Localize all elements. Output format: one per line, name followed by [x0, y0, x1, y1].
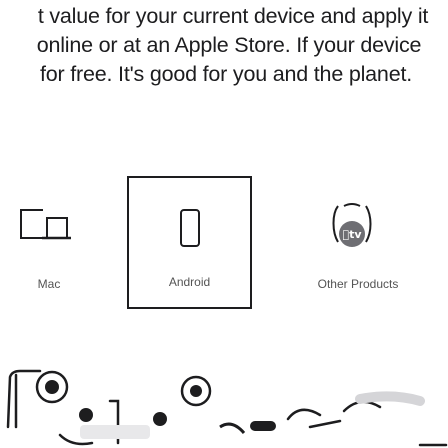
intro-line-2: online or at an Apple Store. If your dev… [36, 33, 422, 57]
camera-lens-4-core [190, 385, 202, 397]
tv-badge-text: tv [342, 228, 362, 241]
accessory-shape [250, 421, 276, 431]
mac-label: Mac [37, 277, 61, 291]
product-devices-image [6, 369, 448, 447]
device-tile-android[interactable]: Android [127, 176, 252, 309]
other-products-label: Other Products [317, 277, 399, 291]
camera-lens-3 [153, 412, 167, 426]
watch-band [286, 408, 322, 421]
device-tile-mac[interactable]: Mac [0, 178, 108, 308]
camera-lens-2 [79, 408, 93, 422]
laptop-silhouette [80, 425, 150, 439]
device-tile-other-products[interactable]: tv Other Products [268, 178, 448, 308]
phone-1-outline [6, 369, 42, 429]
products-illustration [6, 369, 448, 447]
camera-lens-1-core [45, 380, 59, 394]
intro-line-1: t value for your current device and appl… [37, 4, 429, 28]
pencil-shape [355, 391, 425, 406]
intro-line-3: for free. It's good for you and the plan… [40, 62, 412, 86]
android-phone-icon [179, 209, 200, 247]
mac-icon [20, 209, 71, 240]
intro-paragraph: t value for your current device and appl… [0, 2, 448, 89]
android-label: Android [168, 275, 211, 289]
earbud-shape [219, 422, 246, 435]
apple-tv-remote-icon: tv [332, 203, 372, 247]
watch-band-2 [308, 419, 342, 429]
